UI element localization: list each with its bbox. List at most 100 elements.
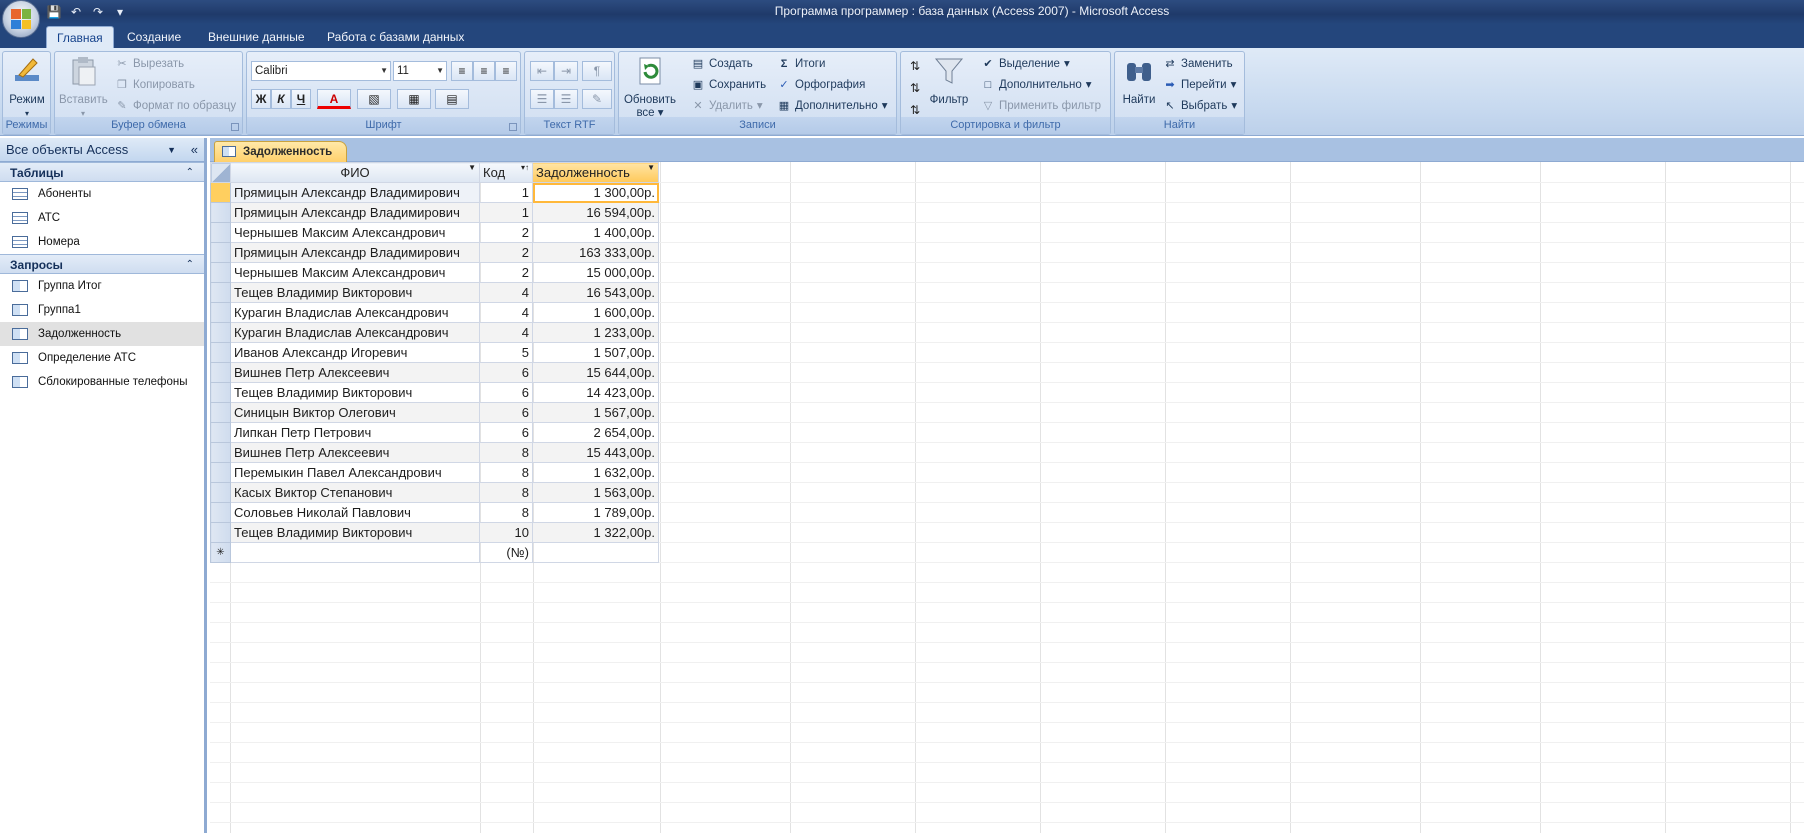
font-launcher-icon[interactable] [509,123,517,131]
row-selector[interactable] [210,502,231,523]
cell-kod[interactable]: 8 [479,442,533,463]
cell-dolg[interactable]: 16 543,00р. [532,282,659,303]
save-record-button[interactable]: ▣ Сохранить [691,76,766,94]
cell-dolg[interactable]: 15 000,00р. [532,262,659,283]
table-row[interactable]: Чернышев Максим Александрович 2 15 000,00р… [210,262,659,283]
totals-button[interactable]: Σ Итоги [777,55,826,73]
bullet-list-icon[interactable]: ☰ [554,89,578,109]
font-color-button[interactable]: A [317,89,351,109]
row-selector[interactable] [210,382,231,403]
clipboard-launcher-icon[interactable] [231,123,239,131]
cell-dolg[interactable]: 1 300,00р. [532,182,659,203]
cell-dolg[interactable]: 1 563,00р. [532,482,659,503]
cell-fio[interactable]: Иванов Александр Игоревич [230,342,480,363]
chevron-down-icon[interactable]: ▼ [167,138,176,162]
font-size-combo[interactable]: 11 ▼ [393,61,447,81]
copy-button[interactable]: ❐ Копировать [115,76,195,94]
cell-kod[interactable]: 6 [479,422,533,443]
row-selector[interactable] [210,262,231,283]
cell-dolg[interactable]: 15 644,00р. [532,362,659,383]
cell-fio[interactable]: Вишнев Петр Алексеевич [230,362,480,383]
cell-dolg[interactable]: 1 400,00р. [532,222,659,243]
table-row[interactable]: Тещев Владимир Викторович 4 16 543,00р. [210,282,659,303]
cell-kod[interactable]: 8 [479,462,533,483]
table-row[interactable]: Чернышев Максим Александрович 2 1 400,00р. [210,222,659,243]
replace-button[interactable]: ⇄ Заменить [1163,55,1232,73]
office-button[interactable] [2,0,40,38]
cell-kod[interactable]: 4 [479,282,533,303]
cell-dolg[interactable]: 2 654,00р. [532,422,659,443]
align-center-icon[interactable]: ≡ [473,61,495,81]
row-selector[interactable] [210,182,231,203]
table-row[interactable]: Курагин Владислав Александрович 4 1 233,00… [210,322,659,343]
nav-item-query[interactable]: Сблокированные телефоны [0,370,204,394]
table-row[interactable]: Вишнев Петр Алексеевич 6 15 644,00р. [210,362,659,383]
increase-indent-icon[interactable]: ⇥ [554,61,578,81]
row-selector[interactable] [210,422,231,443]
find-button[interactable]: Найти [1119,55,1159,107]
row-selector[interactable] [210,442,231,463]
row-selector[interactable] [210,402,231,423]
nav-item-query[interactable]: Группа Итог [0,274,204,298]
cell-kod[interactable]: 4 [479,322,533,343]
cell-kod[interactable]: (№) [479,542,533,563]
cell-fio[interactable] [230,542,480,563]
records-more-button[interactable]: ▦ Дополнительно ▾ [777,97,888,115]
nav-item-query[interactable]: Группа1 [0,298,204,322]
cell-fio[interactable]: Липкан Петр Петрович [230,422,480,443]
sort-descending-icon[interactable]: ⇅ [905,79,925,99]
cell-dolg[interactable]: 1 567,00р. [532,402,659,423]
row-selector[interactable] [210,322,231,343]
row-selector[interactable] [210,202,231,223]
selection-button[interactable]: ✔ Выделение ▾ [981,55,1069,73]
italic-button[interactable]: К [271,89,291,109]
row-selector[interactable] [210,282,231,303]
sort-ascending-icon[interactable]: ⇅ [905,57,925,77]
refresh-all-button[interactable]: Обновить все ▾ [623,55,677,120]
cell-fio[interactable]: Чернышев Максим Александрович [230,262,480,283]
cell-dolg[interactable]: 1 632,00р. [532,462,659,483]
tab-create[interactable]: Создание [117,26,191,48]
row-selector[interactable] [210,342,231,363]
table-row[interactable]: Тещев Владимир Викторович 10 1 322,00р. [210,522,659,543]
table-row[interactable]: Перемыкин Павел Александрович 8 1 632,00р. [210,462,659,483]
chevron-down-icon[interactable]: ▼ [647,163,655,172]
cell-dolg[interactable]: 163 333,00р. [532,242,659,263]
nav-section-tables[interactable]: Таблицы ⌃ [0,162,204,182]
tab-database-tools[interactable]: Работа с базами данных [317,26,474,48]
cell-dolg[interactable]: 14 423,00р. [532,382,659,403]
nav-pane-header[interactable]: Все объекты Access ▼ « [0,138,204,162]
table-row[interactable]: Липкан Петр Петрович 6 2 654,00р. [210,422,659,443]
cell-dolg[interactable]: 16 594,00р. [532,202,659,223]
new-record-icon[interactable]: ✳ [210,542,231,563]
column-header-kod[interactable]: Код ▾↑ [479,162,533,183]
cell-fio[interactable]: Тещев Владимир Викторович [230,522,480,543]
fill-color-icon[interactable]: ▧ [357,89,391,109]
font-name-combo[interactable]: Calibri ▼ [251,61,391,81]
select-button[interactable]: ↖ Выбрать ▾ [1163,97,1237,115]
bold-button[interactable]: Ж [251,89,271,109]
cell-dolg[interactable]: 1 789,00р. [532,502,659,523]
cell-fio[interactable]: Чернышев Максим Александрович [230,222,480,243]
format-painter-button[interactable]: ✎ Формат по образцу [115,97,236,115]
cell-fio[interactable]: Вишнев Петр Алексеевич [230,442,480,463]
cell-kod[interactable]: 2 [479,222,533,243]
cell-kod[interactable]: 1 [479,182,533,203]
table-row[interactable]: Соловьев Николай Павлович 8 1 789,00р. [210,502,659,523]
sort-ascending-icon[interactable]: ▾↑ [521,163,529,172]
filter-button[interactable]: Фильтр [929,55,969,107]
cell-kod[interactable]: 6 [479,382,533,403]
cell-dolg[interactable]: 1 600,00р. [532,302,659,323]
column-header-dolg[interactable]: Задолженность ▼ [532,162,659,183]
cell-dolg[interactable] [532,542,659,563]
paste-button[interactable]: Вставить ▾ [59,55,108,120]
cell-fio[interactable]: Курагин Владислав Александрович [230,322,480,343]
numbered-list-icon[interactable]: ☰ [530,89,554,109]
cut-button[interactable]: ✂ Вырезать [115,55,184,73]
cell-fio[interactable]: Прямицын Александр Владимирович [230,182,480,203]
cell-fio[interactable]: Тещев Владимир Викторович [230,382,480,403]
cell-fio[interactable]: Тещев Владимир Викторович [230,282,480,303]
paragraph-direction-icon[interactable]: ¶ [582,61,612,81]
cell-fio[interactable]: Синицын Виктор Олегович [230,402,480,423]
cell-kod[interactable]: 2 [479,262,533,283]
